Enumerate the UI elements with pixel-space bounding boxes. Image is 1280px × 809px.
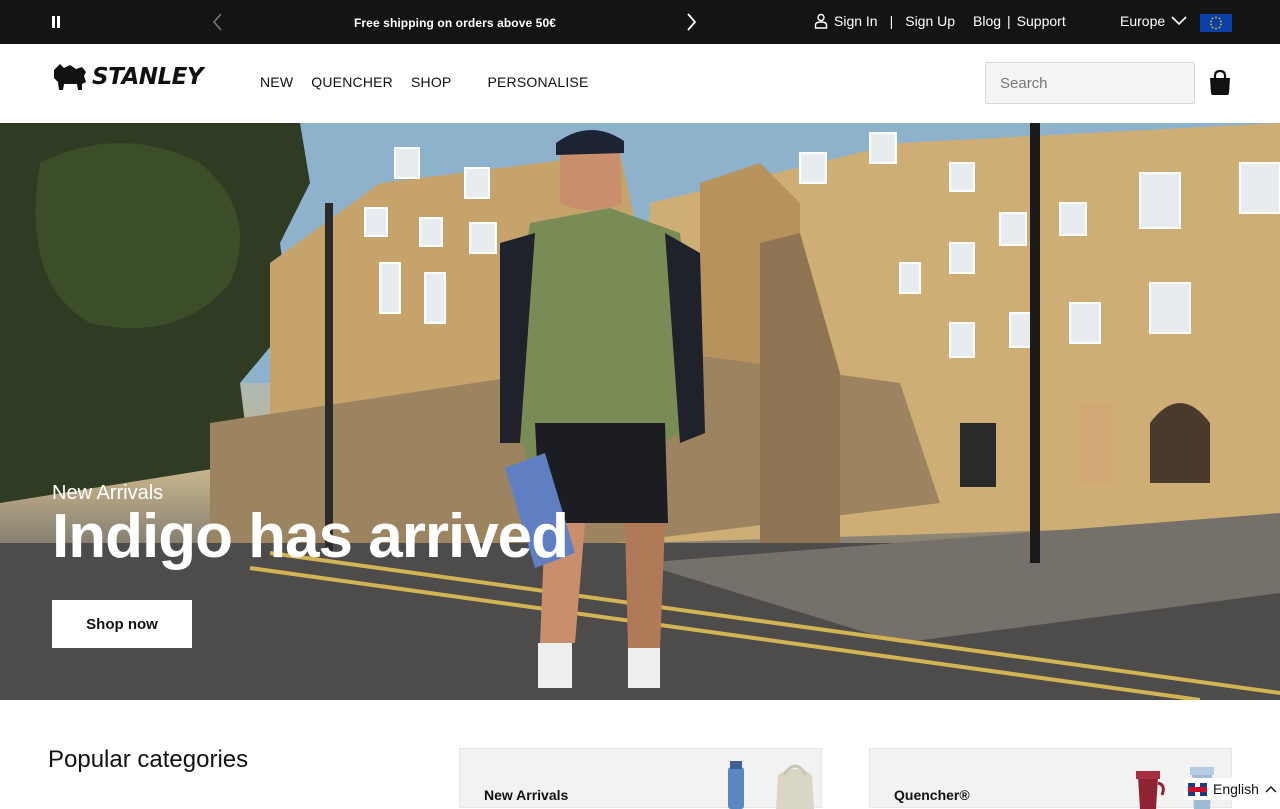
support-link[interactable]: Support xyxy=(1017,13,1066,29)
nav-item-personalise[interactable]: PERSONALISE xyxy=(487,74,588,90)
product-thumbnail xyxy=(728,761,814,809)
hero-banner: New Arrivals Indigo has arrived Shop now xyxy=(0,123,1280,700)
sign-in-link[interactable]: Sign In xyxy=(834,13,878,29)
category-label: New Arrivals xyxy=(484,787,569,803)
section-title: Popular categories xyxy=(48,746,249,773)
separator: | xyxy=(889,13,894,29)
pause-icon[interactable] xyxy=(50,14,62,30)
hero-headline: Indigo has arrived xyxy=(52,502,569,571)
brand-logo[interactable]: STANLEY xyxy=(52,62,204,92)
shop-now-button[interactable]: Shop now xyxy=(52,600,192,648)
brand-wordmark: STANLEY xyxy=(92,64,204,90)
account-links: Sign In | Sign Up xyxy=(814,13,955,29)
separator: | xyxy=(1007,13,1011,29)
nav-item-quencher[interactable]: QUENCHER xyxy=(311,74,393,90)
category-label: Quencher® xyxy=(894,787,970,803)
chevron-right-icon[interactable] xyxy=(681,11,701,33)
category-card-quencher[interactable]: Quencher® xyxy=(869,748,1232,809)
category-card-new-arrivals[interactable]: New Arrivals xyxy=(459,748,822,809)
eu-flag-icon[interactable] xyxy=(1200,14,1232,32)
blog-link[interactable]: Blog xyxy=(973,13,1001,29)
utility-links: Blog | Support xyxy=(973,13,1066,29)
language-label: English xyxy=(1213,781,1259,797)
nav-item-new[interactable]: NEW xyxy=(260,74,293,90)
language-selector[interactable]: English xyxy=(1184,778,1280,800)
region-selector[interactable]: Europe xyxy=(1120,13,1187,29)
site-header: STANLEY NEW QUENCHER SHOP PERSONALISE xyxy=(0,44,1280,123)
search-input[interactable] xyxy=(985,62,1195,104)
uk-flag-icon xyxy=(1188,782,1207,796)
user-icon xyxy=(814,13,828,29)
bear-logo-icon xyxy=(54,64,86,90)
region-label: Europe xyxy=(1120,13,1166,29)
announcement-bar: Free shipping on orders above 50€ Sign I… xyxy=(0,0,1280,44)
nav-item-shop[interactable]: SHOP xyxy=(411,74,451,90)
sign-up-link[interactable]: Sign Up xyxy=(905,13,955,29)
chevron-up-icon xyxy=(1265,786,1277,793)
shopping-bag-icon[interactable] xyxy=(1208,69,1232,96)
hero-image xyxy=(0,123,1280,700)
chevron-left-icon[interactable] xyxy=(208,11,228,33)
chevron-down-icon xyxy=(1171,16,1187,26)
main-nav: NEW QUENCHER SHOP PERSONALISE xyxy=(260,74,606,90)
announcement-message: Free shipping on orders above 50€ xyxy=(353,16,557,30)
